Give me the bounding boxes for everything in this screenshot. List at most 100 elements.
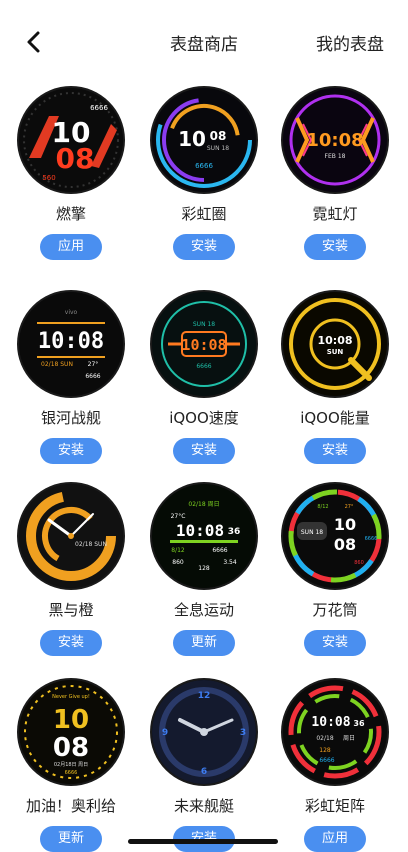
grid-row: 10 08 6666 560 燃擎 应用 10 08 SUN 18 6666 彩… [0, 88, 408, 283]
face-numeral-9: 9 [162, 728, 168, 738]
install-button[interactable]: 安装 [173, 438, 235, 464]
watchface-name: 加油！奥利给 [25, 797, 116, 815]
watchface-card[interactable]: 10 08 6666 560 燃擎 应用 [6, 88, 136, 260]
install-button[interactable]: 安装 [40, 630, 102, 656]
face-time: 10:08 [176, 521, 224, 540]
face-time: 10:08 [181, 336, 226, 354]
install-button[interactable]: 安装 [304, 438, 366, 464]
watchface-preview[interactable]: 12 3 6 9 [152, 680, 256, 784]
face-temp: 27° [345, 504, 354, 510]
watchface-name: 彩虹圈 [181, 205, 227, 223]
install-button[interactable]: 安装 [304, 234, 366, 260]
watchface-preview[interactable]: 10:08 36 02/18 周日 128 6666 [283, 680, 387, 784]
watchface-preview[interactable]: SUN 18 10 08 6666 8/12 27° 860 [283, 484, 387, 588]
watchface-preview[interactable]: 10 08 6666 560 [19, 88, 123, 192]
face-heart: 128 [198, 565, 210, 572]
watchface-name: 霓虹灯 [312, 205, 358, 223]
install-button[interactable]: 安装 [173, 234, 235, 260]
watchface-name: 未来舰艇 [173, 797, 234, 815]
face-time: 10:08 [317, 334, 352, 347]
face-steps: 6666 [90, 104, 108, 112]
watchface-name: 万花筒 [312, 601, 358, 619]
face-seconds: 36 [353, 719, 365, 728]
watchface-preview[interactable]: 10:08 SUN 18 6666 [152, 292, 256, 396]
watchface-preview[interactable]: 02/18 周日 27°C 10:08 36 8/12 6666 860 128… [152, 484, 256, 588]
apply-button[interactable]: 应用 [304, 826, 366, 852]
face-steps: 6666 [65, 770, 78, 776]
tab-store[interactable]: 表盘商店 [170, 30, 238, 55]
watchface-card[interactable]: 02/18 周日 27°C 10:08 36 8/12 6666 860 128… [139, 484, 269, 656]
face-hour: 10 [53, 705, 89, 735]
watchface-name: iQOO能量 [300, 409, 370, 427]
face-calories: 860 [172, 559, 184, 566]
watchface-preview[interactable]: 10:08 FEB 18 [283, 88, 387, 192]
watchface-card[interactable]: 10:08 FEB 18 霓虹灯 安装 [270, 88, 400, 260]
watchface-card[interactable]: 02/18 SUN 黑与橙 安装 [6, 484, 136, 656]
face-steps: 6666 [212, 547, 227, 554]
watchface-card[interactable]: 10:08 SUN 18 6666 iQOO速度 安装 [139, 292, 269, 464]
face-date: 02/18 SUN [75, 541, 107, 548]
face-date: 02/18 周日 [188, 501, 219, 508]
grid-row: 02/18 SUN 黑与橙 安装 02/18 周日 27°C 10:08 36 … [0, 484, 408, 679]
face-weekday: 周日 [343, 735, 355, 742]
grid-row: Never Give up! 10 08 02月18日 周日 6666 加油！奥… [0, 680, 408, 852]
install-button[interactable]: 安装 [304, 630, 366, 656]
watchface-preview[interactable]: 02/18 SUN [19, 484, 123, 588]
face-hour: 10 [178, 127, 206, 151]
watchface-name: 彩虹矩阵 [304, 797, 365, 815]
watchface-name: 燃擎 [55, 205, 86, 223]
face-steps: 6666 [195, 162, 213, 170]
face-steps: 6666 [365, 536, 378, 542]
watchface-card[interactable]: Never Give up! 10 08 02月18日 周日 6666 加油！奥… [6, 680, 136, 852]
update-button[interactable]: 更新 [40, 826, 102, 852]
face-progress: 8/12 [317, 504, 328, 510]
face-date: SUN 18 [207, 145, 229, 152]
face-steps: 6666 [196, 363, 211, 370]
watchface-name: 黑与橙 [48, 601, 94, 619]
header: 表盘商店 我的表盘 [0, 0, 408, 84]
face-brand: vivo [65, 309, 78, 316]
watchface-preview[interactable]: 10:08 SUN [283, 292, 387, 396]
install-button[interactable]: 安装 [40, 438, 102, 464]
face-steps: 6666 [319, 757, 334, 764]
watchface-card[interactable]: 10:08 SUN iQOO能量 安装 [270, 292, 400, 464]
watchface-preview[interactable]: Never Give up! 10 08 02月18日 周日 6666 [19, 680, 123, 784]
watchface-card[interactable]: 10 08 SUN 18 6666 彩虹圈 安装 [139, 88, 269, 260]
face-time-bottom: 08 [56, 142, 95, 175]
face-numeral-6: 6 [201, 767, 207, 777]
face-date: 02/18 SUN [41, 361, 73, 368]
tab-mine[interactable]: 我的表盘 [316, 30, 384, 55]
face-progress: 8/12 [171, 547, 185, 554]
face-temp: 27° [88, 361, 99, 368]
watchface-card[interactable]: 10:08 36 02/18 周日 128 6666 彩虹矩阵 应用 [270, 680, 400, 852]
watchface-card[interactable]: vivo 10:08 02/18 SUN 27° 6666 银河战舰 安装 [6, 292, 136, 464]
watchface-name: iQOO速度 [169, 409, 239, 427]
face-date: SUN 18 [193, 321, 215, 328]
face-minute: 08 [210, 129, 227, 143]
watchface-preview[interactable]: 10 08 SUN 18 6666 [152, 88, 256, 192]
face-day: SUN [327, 348, 344, 356]
watchface-card[interactable]: SUN 18 10 08 6666 8/12 27° 860 万花筒 安装 [270, 484, 400, 656]
update-button[interactable]: 更新 [173, 630, 235, 656]
face-numeral-3: 3 [240, 728, 246, 738]
face-numeral-12: 12 [198, 691, 211, 701]
face-time: 10:08 [311, 715, 350, 730]
face-time: 10:08 [38, 329, 104, 354]
face-minute: 08 [53, 733, 89, 763]
face-heart: 128 [319, 747, 331, 754]
face-date: FEB 18 [325, 153, 346, 160]
face-date: 02月18日 周日 [54, 762, 88, 768]
grid-row: vivo 10:08 02/18 SUN 27° 6666 银河战舰 安装 10… [0, 292, 408, 487]
face-slogan: Never Give up! [52, 694, 90, 700]
face-hour: 10 [334, 515, 356, 534]
watchface-card[interactable]: 12 3 6 9 未来舰艇 安装 [139, 680, 269, 852]
face-time: 10:08 [306, 130, 363, 151]
watchface-preview[interactable]: vivo 10:08 02/18 SUN 27° 6666 [19, 292, 123, 396]
face-temp: 27°C [171, 513, 186, 520]
face-minute: 08 [334, 535, 356, 554]
back-button[interactable] [18, 26, 50, 58]
face-seconds: 36 [228, 527, 241, 537]
face-date: 02/18 [316, 735, 333, 742]
apply-button[interactable]: 应用 [40, 234, 102, 260]
watchface-name: 银河战舰 [40, 409, 101, 427]
